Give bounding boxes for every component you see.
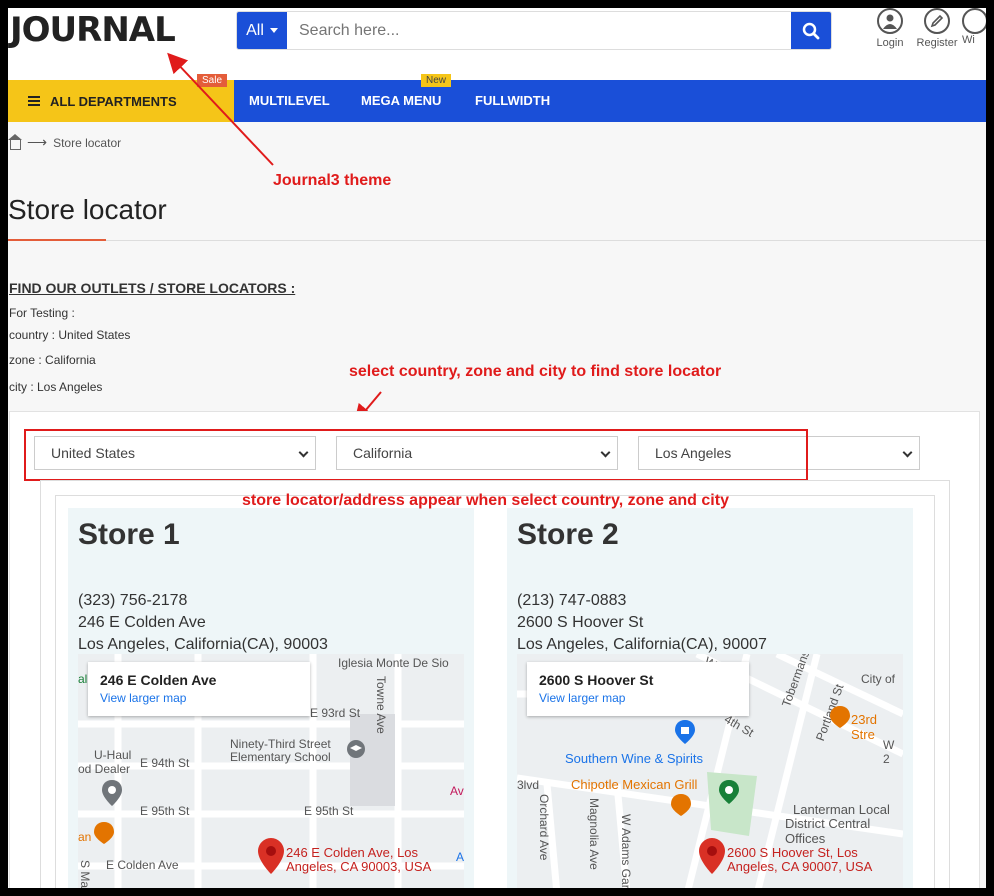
pin-label-line1: 246 E Colden Ave, Los (286, 845, 419, 860)
shopping-bag-icon (675, 720, 695, 744)
map-label: District Central Offices (785, 816, 871, 846)
store-phone: (213) 747-0883 (517, 592, 627, 609)
view-larger-map-link[interactable]: View larger map (539, 691, 737, 705)
map-label: W 2 (883, 738, 895, 766)
restaurant-icon (671, 794, 691, 816)
map-label: Chipotle Mexican Grill (571, 777, 698, 792)
map-label: Lanterman Local (793, 802, 890, 817)
restaurant-icon (94, 822, 114, 844)
map-label: Av (450, 784, 464, 798)
chevron-down-icon (902, 447, 913, 458)
store-map[interactable]: Iglesia Monte De Sio Towne Ave E 93rd St… (78, 654, 464, 888)
store-map[interactable]: City of 23rd Stre Southern Wine & Spirit… (517, 654, 903, 888)
store-name: Store 2 (517, 518, 619, 551)
map-label: Orchard Ave (537, 794, 551, 861)
map-label: U-Haul (94, 748, 132, 762)
park-pin-icon (719, 780, 739, 804)
map-label: an (78, 830, 92, 844)
map-info-card: 246 E Colden Ave View larger map (88, 662, 310, 716)
pin-label-line2: Angeles, CA 90003, USA (286, 859, 432, 874)
testing-line: For Testing : (9, 306, 75, 320)
appear-annotation: store locator/address appear when select… (242, 492, 729, 509)
store-phone: (323) 756-2178 (78, 592, 188, 609)
view-larger-map-link[interactable]: View larger map (100, 691, 298, 705)
page-title: Store locator (8, 194, 167, 225)
title-accent (8, 239, 106, 241)
map-label: al (78, 672, 88, 686)
store-info: (323) 756-2178 246 E Colden Ave Los Ange… (78, 590, 328, 656)
store-name: Store 1 (78, 518, 180, 551)
store-info: (213) 747-0883 2600 S Hoover St Los Ange… (517, 590, 767, 656)
store-city: Los Angeles, California(CA), 90003 (78, 636, 328, 653)
map-label: Towne Ave (374, 676, 388, 734)
map-card-address: 246 E Colden Ave (100, 672, 217, 688)
place-pin-icon (102, 780, 122, 806)
map-label: Southern Wine & Spirits (565, 751, 704, 766)
map-label: Ninety-Third Street (230, 737, 331, 751)
map-label: E Colden Ave (106, 858, 179, 872)
map-label: od Dealer (78, 762, 131, 776)
map-label: W Adams Gar (619, 814, 633, 888)
map-label: E 95th St (304, 804, 354, 818)
store-street: 2600 S Hoover St (517, 614, 644, 631)
map-label: City of (861, 672, 896, 686)
title-divider (8, 240, 986, 241)
theme-annotation: Journal3 theme (273, 172, 392, 189)
map-label: S Ma (78, 860, 92, 888)
filter-highlight-box (24, 429, 808, 481)
map-label: E 95th St (140, 804, 190, 818)
store-card: Store 1 (323) 756-2178 246 E Colden Ave … (68, 508, 474, 888)
map-label: Elementary School (230, 750, 331, 764)
theme-arrow (167, 52, 274, 166)
location-pin-icon (699, 838, 725, 874)
map-info-card: 2600 S Hoover St View larger map (527, 662, 749, 716)
pin-label-line2: Angeles, CA 90007, USA (727, 859, 873, 874)
map-label: A (456, 850, 464, 864)
page-frame: JOURNAL All Login Registe (8, 8, 986, 888)
map-card-address: 2600 S Hoover St (539, 672, 654, 688)
testing-city: city : Los Angeles (9, 380, 103, 394)
testing-country: country : United States (9, 328, 131, 342)
location-pin-icon (258, 838, 284, 874)
find-outlets-heading: FIND OUR OUTLETS / STORE LOCATORS : (9, 280, 296, 296)
store-street: 246 E Colden Ave (78, 614, 206, 631)
map-label: Magnolia Ave (587, 798, 601, 870)
testing-zone: zone : California (9, 353, 96, 367)
select-annotation: select country, zone and city to find st… (349, 363, 722, 380)
restaurant-icon (830, 706, 850, 728)
map-label: E 93rd St (310, 706, 361, 720)
store-card: Store 2 (213) 747-0883 2600 S Hoover St … (507, 508, 913, 888)
pin-label-line1: 2600 S Hoover St, Los (727, 845, 858, 860)
map-label: E 94th St (140, 756, 190, 770)
store-city: Los Angeles, California(CA), 90007 (517, 636, 767, 653)
map-label: Iglesia Monte De Sio (338, 656, 449, 670)
map-label: 3lvd (517, 778, 540, 792)
school-icon (347, 740, 365, 758)
